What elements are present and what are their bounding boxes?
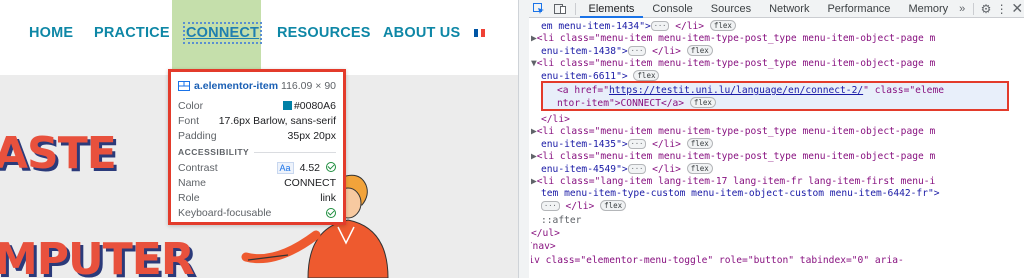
dom-node-pseudo[interactable]: ::after xyxy=(541,215,581,227)
main-navigation: HOME PRACTICE CONNECT RESOURCES ABOUT US xyxy=(0,0,518,75)
tooltip-dimensions: 116.09 × 90 xyxy=(281,80,336,92)
devtools-panel: Elements Console Sources Network Perform… xyxy=(518,0,1024,278)
color-swatch xyxy=(282,100,292,110)
dom-tree-continued: <a href="https://testit.uni.lu/language/… xyxy=(531,19,1024,278)
dom-node-close-ul[interactable]: </ul> xyxy=(531,228,560,240)
tooltip-padding-row: Padding 35px 20px xyxy=(178,128,336,143)
contrast-aa-badge: Aa xyxy=(276,161,294,174)
more-tabs-button[interactable]: » xyxy=(959,3,965,15)
accessibility-heading: ACCESSIBILITY xyxy=(178,147,250,157)
devtools-toolbar: Elements Console Sources Network Perform… xyxy=(529,0,1024,18)
padding-label: Padding xyxy=(178,129,217,142)
dom-node-li[interactable]: ▶<li class="lang-item lang-item-17 lang-… xyxy=(531,176,935,188)
french-flag-icon[interactable] xyxy=(474,29,486,37)
dom-node-close-li[interactable]: </li> xyxy=(541,114,570,126)
close-icon[interactable]: ✕ xyxy=(1009,0,1024,17)
dom-node-line[interactable]: enu-item-1435"> ··· </li> flex xyxy=(541,138,713,151)
href-link[interactable]: https://testit.uni.lu/language/en/connec… xyxy=(609,85,863,96)
contrast-value: 4.52 xyxy=(299,161,320,174)
dom-node-li[interactable]: ▶<li class="menu-item menu-item-type-pos… xyxy=(531,126,935,138)
kebab-menu-icon[interactable]: ⋮ xyxy=(994,2,1010,16)
role-value: link xyxy=(320,191,336,204)
check-circle-icon xyxy=(326,161,336,172)
inspect-element-icon[interactable] xyxy=(529,0,550,18)
tab-performance[interactable]: Performance xyxy=(818,0,899,18)
accessibility-divider: ACCESSIBILITY xyxy=(178,147,336,157)
flag-stripe-red xyxy=(481,29,486,37)
element-grid-icon xyxy=(178,81,190,91)
name-value: CONNECT xyxy=(284,176,336,189)
font-value: 17.6px Barlow, sans-serif xyxy=(218,114,336,127)
tab-memory[interactable]: Memory xyxy=(899,0,957,18)
tooltip-focus-row: Keyboard-focusable xyxy=(178,205,336,220)
nav-link-home[interactable]: HOME xyxy=(29,25,73,41)
hero-heading-line-1: ASTE xyxy=(0,128,117,179)
tooltip-color-row: Color #0080A6 xyxy=(178,98,336,113)
tooltip-font-row: Font 17.6px Barlow, sans-serif xyxy=(178,113,336,128)
tab-console[interactable]: Console xyxy=(643,0,701,18)
padding-value: 35px 20px xyxy=(287,129,336,142)
font-label: Font xyxy=(178,114,200,127)
hero-heading-line-2: MPUTER xyxy=(0,234,195,278)
devtools-scroll-gutter[interactable] xyxy=(519,0,529,278)
toolbar-separator xyxy=(574,2,576,15)
tab-network[interactable]: Network xyxy=(760,0,818,18)
focus-label: Keyboard-focusable xyxy=(178,206,272,219)
color-value: #0080A6 xyxy=(293,99,336,112)
tooltip-name-row: Name CONNECT xyxy=(178,175,336,190)
nav-link-connect[interactable]: CONNECT xyxy=(182,22,263,44)
check-circle-icon xyxy=(326,207,336,218)
nav-link-resources[interactable]: RESOURCES xyxy=(277,25,371,41)
contrast-label: Contrast xyxy=(178,161,218,174)
tooltip-selector: a.elementor-item xyxy=(194,80,279,92)
tab-sources[interactable]: Sources xyxy=(702,0,760,18)
toolbar-separator xyxy=(973,2,975,15)
inspector-tooltip: a.elementor-item 116.09 × 90 Color #0080… xyxy=(168,69,346,225)
color-label: Color xyxy=(178,99,204,112)
role-label: Role xyxy=(178,191,200,204)
website-viewport: HOME PRACTICE CONNECT RESOURCES ABOUT US… xyxy=(0,0,518,278)
device-toolbar-icon[interactable] xyxy=(550,0,571,18)
gear-icon[interactable]: ⚙ xyxy=(978,2,994,16)
tab-elements[interactable]: Elements xyxy=(579,0,644,18)
nav-link-about-us[interactable]: ABOUT US xyxy=(383,25,460,41)
dom-node-line[interactable]: enu-item-4549"> ··· </li> flex xyxy=(541,163,713,176)
tooltip-contrast-row: Contrast Aa 4.52 xyxy=(178,160,336,175)
dom-node-line[interactable]: ··· </li> flex xyxy=(541,200,627,213)
dom-node-anchor[interactable]: <a href="https://testit.uni.lu/language/… xyxy=(557,85,944,97)
dom-node-close-nav[interactable]: </nav> xyxy=(531,241,556,253)
tooltip-role-row: Role link xyxy=(178,190,336,205)
name-label: Name xyxy=(178,176,207,189)
dom-node-anchor-cont[interactable]: ntor-item">CONNECT</a> flex xyxy=(557,97,716,110)
dom-node-div[interactable]: ▶<div class="elementor-menu-toggle" role… xyxy=(531,255,904,267)
dom-node-li[interactable]: ▶<li class="menu-item menu-item-type-pos… xyxy=(531,151,935,163)
nav-link-practice[interactable]: PRACTICE xyxy=(94,25,170,41)
dom-node-line[interactable]: tem menu-item-type-custom menu-item-obje… xyxy=(541,188,940,200)
